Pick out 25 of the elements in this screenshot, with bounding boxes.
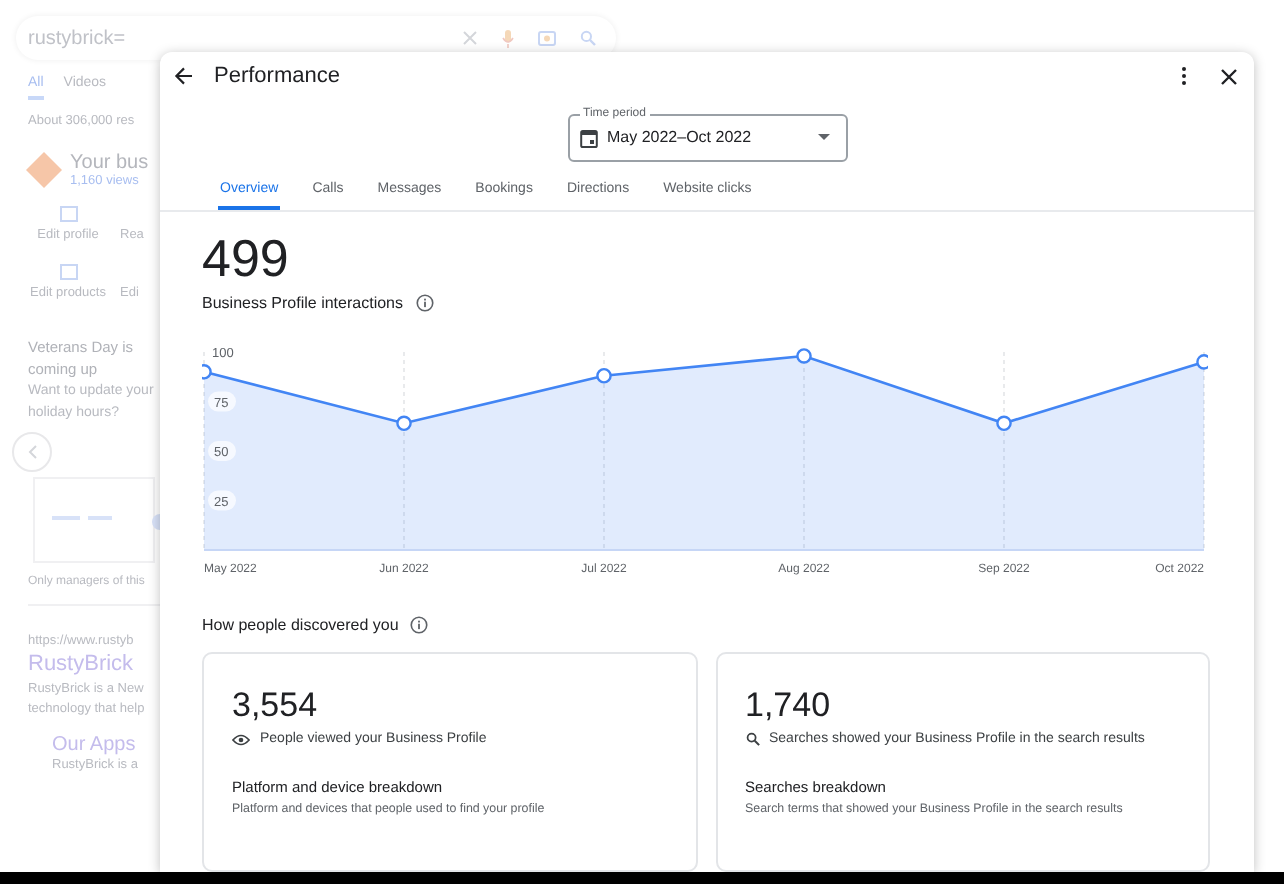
info-icon[interactable]	[410, 616, 429, 634]
logo-icon	[26, 152, 62, 188]
close-button[interactable]	[1220, 67, 1238, 86]
eye-icon	[232, 733, 250, 745]
search-query: rustybrick=	[28, 27, 128, 49]
more-button[interactable]	[1180, 66, 1188, 87]
stat-value: 1,740	[745, 684, 833, 728]
dialog-title: Performance	[214, 64, 342, 89]
chevron-left-icon	[27, 444, 37, 460]
calendar-icon	[579, 127, 597, 148]
business-name: Your bus	[70, 152, 149, 174]
info-icon[interactable]	[415, 294, 433, 312]
data-point[interactable]	[1196, 354, 1208, 370]
data-point[interactable]	[596, 367, 612, 384]
search-icon	[745, 732, 759, 746]
section-title: How people discovered you	[202, 616, 399, 634]
interactions-total: 499	[202, 226, 291, 290]
data-point[interactable]	[796, 348, 812, 364]
caret-icon	[817, 134, 829, 141]
data-point[interactable]	[996, 415, 1012, 432]
data-point[interactable]	[396, 415, 412, 432]
back-button[interactable]	[174, 66, 194, 87]
interactions-label: Business Profile interactions	[202, 294, 403, 312]
data-point[interactable]	[202, 364, 212, 380]
stat-value: 3,554	[232, 684, 320, 728]
